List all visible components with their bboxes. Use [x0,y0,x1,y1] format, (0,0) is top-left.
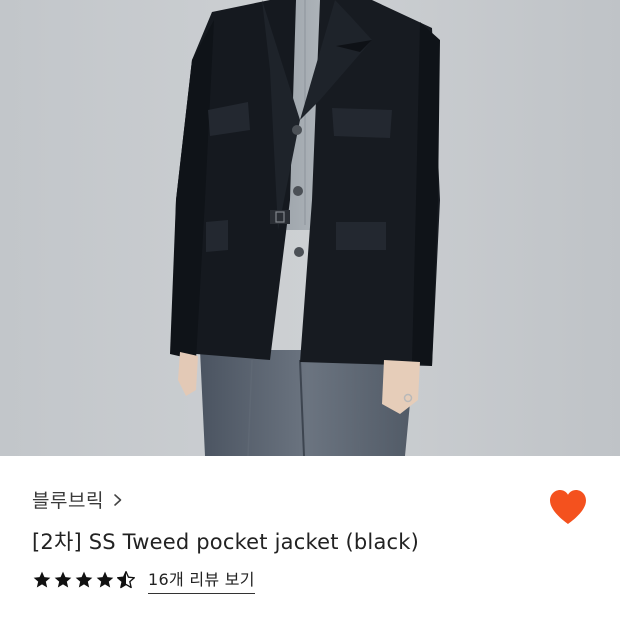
rating-stars [32,570,136,590]
product-photo-illustration [0,0,620,456]
star-icon [33,571,51,588]
heart-icon[interactable] [546,486,590,528]
star-icon [54,571,72,588]
reviews-link[interactable]: 16개 리뷰 보기 [148,566,255,594]
rating-row: 16개 리뷰 보기 [32,566,255,594]
star-icon [75,571,93,588]
star-icon [96,571,114,588]
product-info: 블루브릭 [2차] SS Tweed pocket jacket (black) [0,456,620,620]
product-image[interactable] [0,0,620,456]
product-card: 블루브릭 [2차] SS Tweed pocket jacket (black) [0,0,620,620]
brand-link[interactable]: 블루브릭 [32,486,124,513]
chevron-right-icon [114,493,122,506]
star-half-icon [117,571,135,589]
product-title: [2차] SS Tweed pocket jacket (black) [32,530,420,554]
brand-name: 블루브릭 [32,490,104,512]
